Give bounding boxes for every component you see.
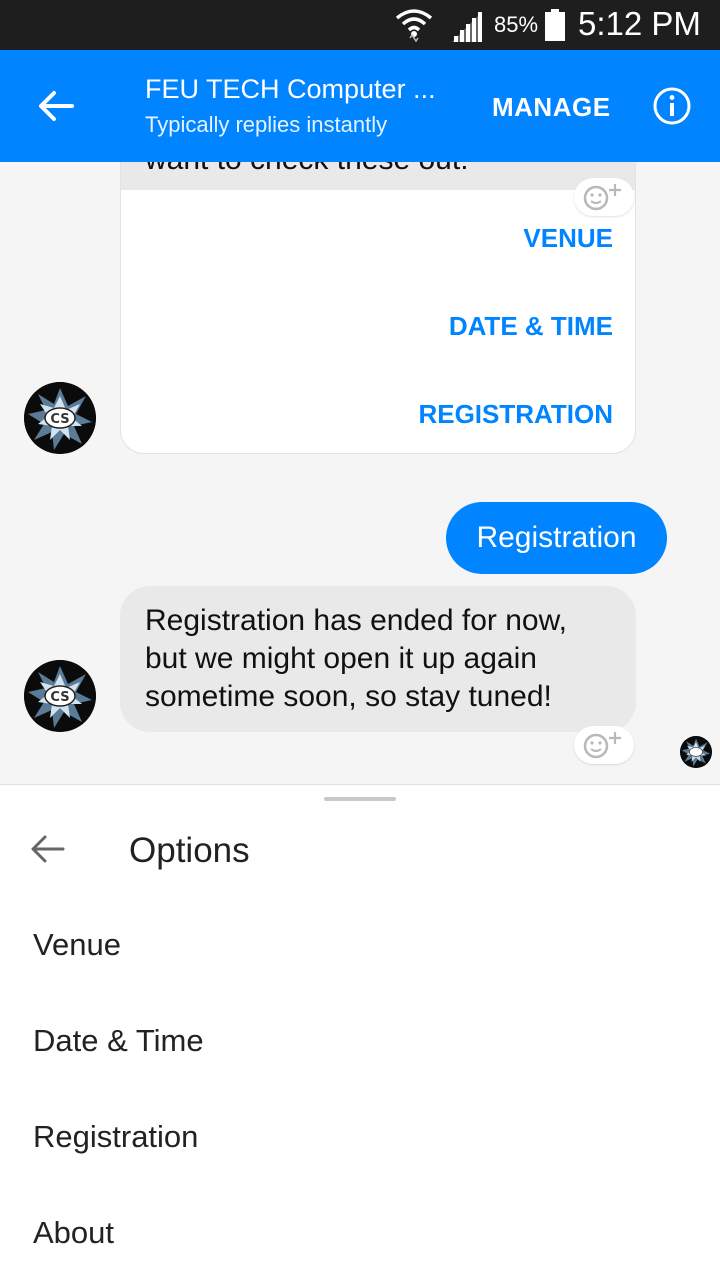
card-option-registration[interactable]: REGISTRATION [418, 399, 613, 430]
conversation-header: FEU TECH Computer ... Typically replies … [0, 50, 720, 162]
option-item-venue[interactable]: Venue [33, 927, 121, 963]
message-list[interactable]: want to check these out: VENUE DATE & TI… [0, 162, 720, 782]
manage-button[interactable]: MANAGE [492, 92, 611, 123]
outgoing-message[interactable]: Registration [446, 502, 667, 574]
page-avatar[interactable]: CS [24, 660, 96, 732]
option-item-about[interactable]: About [33, 1215, 114, 1251]
avatar-label: CS [50, 690, 69, 705]
avatar-label: CS [50, 412, 69, 427]
message-card: want to check these out: VENUE DATE & TI… [120, 162, 636, 454]
battery-icon [545, 9, 565, 41]
cs-logo-icon: CS [24, 660, 96, 732]
cs-logo-icon: CS [24, 382, 96, 454]
clock: 5:12 PM [578, 5, 701, 42]
react-button[interactable] [574, 178, 634, 216]
signal-icon [452, 12, 482, 42]
sheet-drag-handle[interactable] [324, 797, 396, 801]
seen-avatar [680, 736, 712, 768]
option-item-date-time[interactable]: Date & Time [33, 1023, 204, 1059]
emoji-add-icon [583, 184, 621, 211]
battery-percent: 85% [494, 12, 539, 37]
card-partial-text: want to check these out: [145, 162, 469, 177]
sheet-title: Options [129, 831, 250, 870]
conversation-title[interactable]: FEU TECH Computer ... [145, 74, 445, 105]
emoji-add-icon [583, 732, 621, 759]
card-option-date-time[interactable]: DATE & TIME [449, 311, 613, 342]
back-arrow-icon[interactable] [34, 84, 78, 128]
incoming-message[interactable]: Registration has ended for now, but we m… [120, 586, 636, 732]
wifi-icon [395, 9, 433, 43]
option-item-registration[interactable]: Registration [33, 1119, 198, 1155]
info-icon[interactable] [652, 86, 692, 126]
react-button[interactable] [574, 726, 634, 764]
conversation-subtitle: Typically replies instantly [145, 112, 388, 137]
back-arrow-icon[interactable] [28, 829, 68, 869]
status-bar: 85% 5:12 PM [0, 0, 720, 50]
page-avatar[interactable]: CS [24, 382, 96, 454]
options-sheet: Options Venue Date & Time Registration A… [0, 784, 720, 1280]
card-option-venue[interactable]: VENUE [523, 223, 613, 254]
cs-logo-icon [680, 736, 712, 768]
card-text-area: want to check these out: [121, 162, 635, 190]
